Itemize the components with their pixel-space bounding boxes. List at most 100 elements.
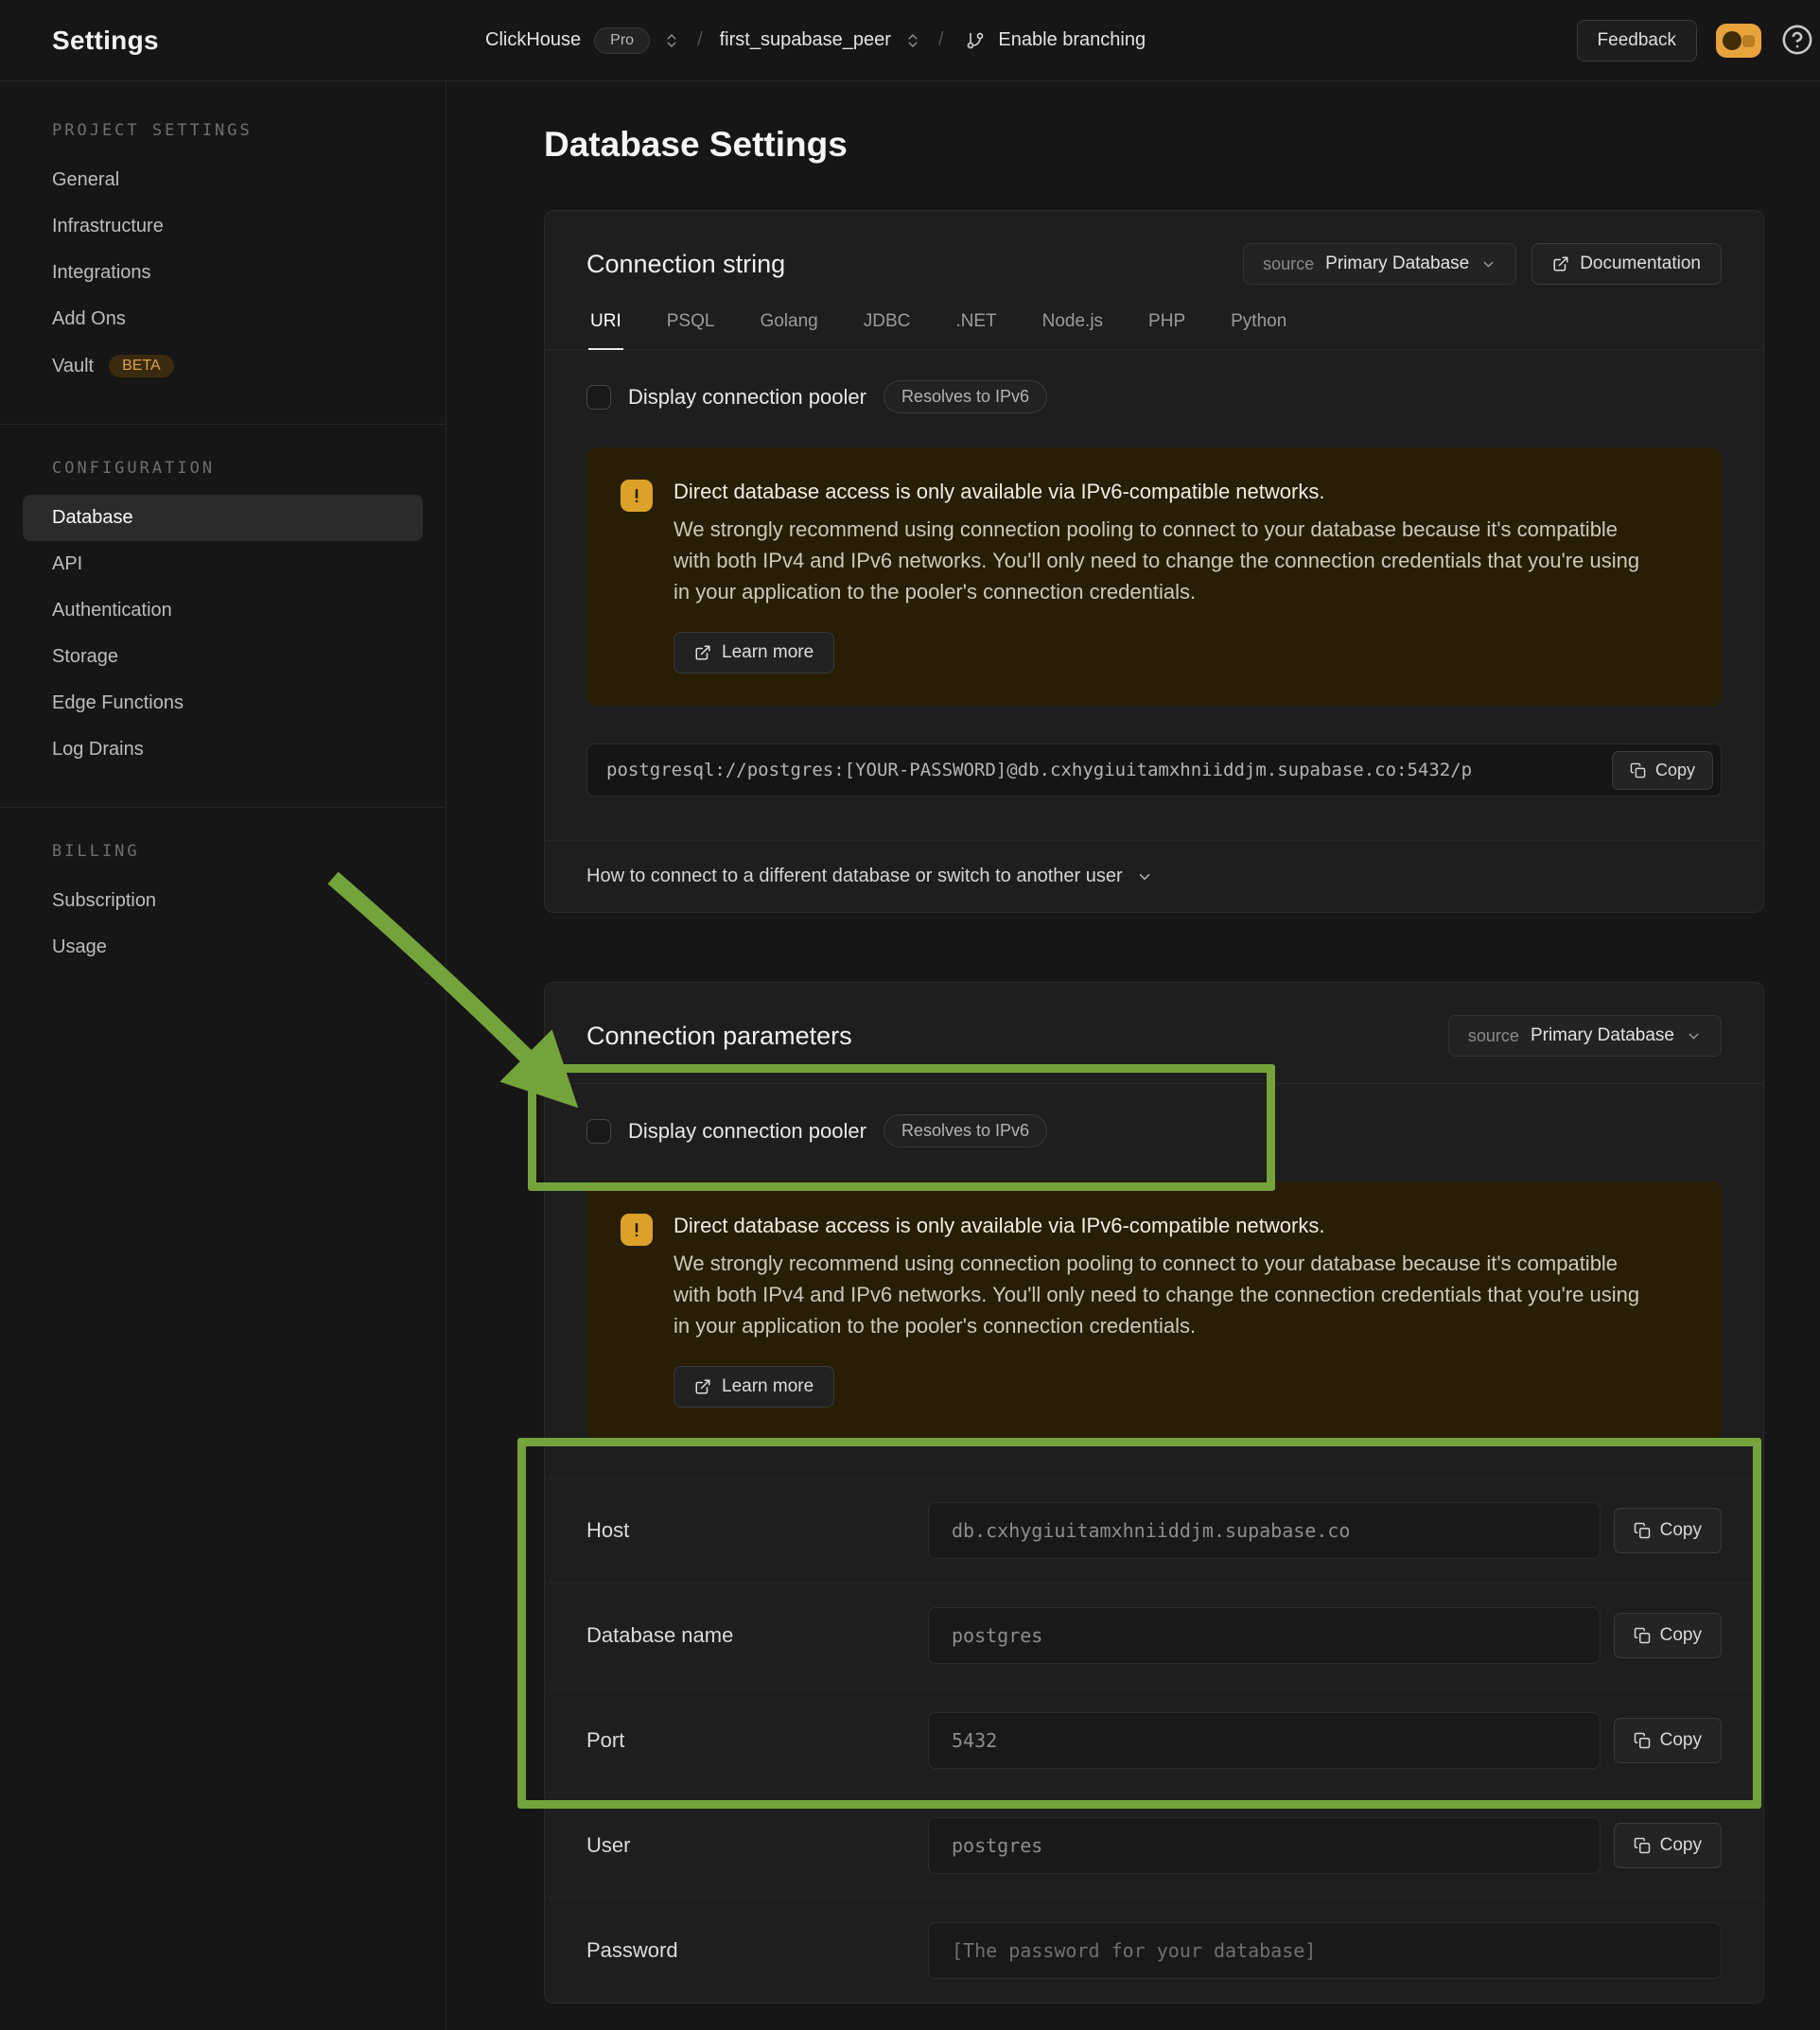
field-row-port: Port 5432 Copy xyxy=(545,1688,1763,1793)
alert-body: We strongly recommend using connection p… xyxy=(674,514,1657,607)
sidebar-item-integrations[interactable]: Integrations xyxy=(0,250,446,296)
copy-button[interactable]: Copy xyxy=(1614,1718,1722,1763)
ipv6-alert: Direct database access is only available… xyxy=(586,1181,1722,1440)
git-branch-icon xyxy=(966,31,985,50)
sidebar-item-infrastructure[interactable]: Infrastructure xyxy=(0,203,446,250)
field-label: User xyxy=(586,1833,928,1858)
learn-more-button[interactable]: Learn more xyxy=(674,632,834,674)
sidebar-item-api[interactable]: API xyxy=(0,541,446,587)
copy-icon xyxy=(1634,1837,1651,1854)
chevron-down-icon xyxy=(1686,1028,1702,1044)
chevron-up-down-icon[interactable] xyxy=(663,32,680,49)
copy-button[interactable]: Copy xyxy=(1612,751,1713,790)
alert-title: Direct database access is only available… xyxy=(674,1214,1657,1238)
feedback-button-label: Feedback xyxy=(1598,30,1676,51)
tab-jdbc[interactable]: JDBC xyxy=(862,311,913,350)
main-content: Database Settings Connection string sour… xyxy=(446,81,1820,2030)
chevron-down-icon xyxy=(1480,256,1496,272)
feedback-button[interactable]: Feedback xyxy=(1577,20,1697,61)
connection-uri-value: postgresql://postgres:[YOUR-PASSWORD]@db… xyxy=(606,760,1601,780)
breadcrumb: ClickHouse Pro / first_supabase_peer / E… xyxy=(485,27,1146,54)
source-select-label: source xyxy=(1468,1026,1519,1046)
connect-help-toggle[interactable]: How to connect to a different database o… xyxy=(545,840,1763,912)
tab-php[interactable]: PHP xyxy=(1146,311,1187,350)
breadcrumb-project[interactable]: first_supabase_peer xyxy=(720,29,891,51)
external-link-icon xyxy=(694,644,711,661)
copy-button[interactable]: Copy xyxy=(1614,1613,1722,1658)
alert-title: Direct database access is only available… xyxy=(674,480,1657,504)
tab-golang[interactable]: Golang xyxy=(758,311,819,350)
documentation-button[interactable]: Documentation xyxy=(1531,243,1722,285)
learn-more-label: Learn more xyxy=(722,642,814,663)
settings-sidebar: PROJECT SETTINGS General Infrastructure … xyxy=(0,81,446,2030)
sidebar-item-vault[interactable]: Vault BETA xyxy=(0,342,446,390)
database-name-value[interactable]: postgres xyxy=(928,1607,1601,1664)
source-select[interactable]: source Primary Database xyxy=(1448,1015,1722,1057)
sidebar-item-label: Storage xyxy=(52,646,118,668)
avatar-glyph xyxy=(1723,31,1741,50)
sidebar-item-authentication[interactable]: Authentication xyxy=(0,587,446,634)
topbar: Settings ClickHouse Pro / first_supabase… xyxy=(0,0,1820,81)
field-label: Host xyxy=(586,1518,928,1543)
warning-icon xyxy=(621,1214,653,1246)
enable-branching-button[interactable]: Enable branching xyxy=(998,29,1146,51)
tab-python[interactable]: Python xyxy=(1229,311,1288,350)
connection-parameters-card: Connection parameters source Primary Dat… xyxy=(544,982,1764,2004)
sidebar-item-edge-functions[interactable]: Edge Functions xyxy=(0,680,446,726)
sidebar-item-usage[interactable]: Usage xyxy=(0,924,446,971)
host-value[interactable]: db.cxhygiuitamxhniiddjm.supabase.co xyxy=(928,1502,1601,1559)
sidebar-item-label: Authentication xyxy=(52,600,172,621)
port-value[interactable]: 5432 xyxy=(928,1712,1601,1769)
tab-dotnet[interactable]: .NET xyxy=(954,311,998,350)
sidebar-section-configuration: CONFIGURATION xyxy=(0,459,446,478)
pooler-checkbox[interactable] xyxy=(586,1119,611,1144)
user-value[interactable]: postgres xyxy=(928,1817,1601,1874)
connection-parameters-title: Connection parameters xyxy=(586,1022,852,1051)
sidebar-item-label: Vault xyxy=(52,356,94,377)
settings-title: Settings xyxy=(52,26,446,56)
field-label: Port xyxy=(586,1728,928,1753)
ipv6-badge: Resolves to IPv6 xyxy=(884,1114,1047,1147)
copy-icon xyxy=(1630,762,1646,779)
source-select[interactable]: source Primary Database xyxy=(1243,243,1516,285)
plan-badge: Pro xyxy=(594,27,650,54)
sidebar-divider xyxy=(0,807,446,808)
ipv6-badge: Resolves to IPv6 xyxy=(884,380,1047,413)
learn-more-button[interactable]: Learn more xyxy=(674,1366,834,1408)
sidebar-item-database[interactable]: Database xyxy=(23,495,423,541)
field-row-password: Password [The password for your database… xyxy=(545,1898,1763,2003)
copy-button[interactable]: Copy xyxy=(1614,1508,1722,1553)
pooler-label: Display connection pooler xyxy=(628,385,866,410)
password-value[interactable]: [The password for your database] xyxy=(928,1922,1722,1979)
tab-psql[interactable]: PSQL xyxy=(665,311,717,350)
copy-button-label: Copy xyxy=(1660,1730,1702,1751)
sidebar-item-general[interactable]: General xyxy=(0,157,446,203)
beta-badge: BETA xyxy=(109,355,174,377)
copy-button-label: Copy xyxy=(1660,1625,1702,1646)
sidebar-item-label: API xyxy=(52,553,82,575)
copy-icon xyxy=(1634,1522,1651,1539)
sidebar-item-subscription[interactable]: Subscription xyxy=(0,878,446,924)
user-avatar[interactable] xyxy=(1716,24,1761,58)
connection-string-card: Connection string source Primary Databas… xyxy=(544,210,1764,913)
copy-button-label: Copy xyxy=(1660,1520,1702,1541)
tab-nodejs[interactable]: Node.js xyxy=(1041,311,1105,350)
chevron-up-down-icon[interactable] xyxy=(904,32,921,49)
chevron-down-icon xyxy=(1136,868,1153,885)
copy-button[interactable]: Copy xyxy=(1614,1823,1722,1868)
copy-icon xyxy=(1634,1627,1651,1644)
ipv6-alert: Direct database access is only available… xyxy=(586,447,1722,706)
app-root: Settings ClickHouse Pro / first_supabase… xyxy=(0,0,1820,2030)
help-icon[interactable] xyxy=(1780,24,1814,58)
breadcrumb-org[interactable]: ClickHouse xyxy=(485,29,581,51)
sidebar-item-storage[interactable]: Storage xyxy=(0,634,446,680)
pooler-checkbox[interactable] xyxy=(586,385,611,410)
sidebar-item-log-drains[interactable]: Log Drains xyxy=(0,726,446,773)
tab-uri[interactable]: URI xyxy=(588,311,623,350)
sidebar-item-add-ons[interactable]: Add Ons xyxy=(0,296,446,342)
connection-uri-field[interactable]: postgresql://postgres:[YOUR-PASSWORD]@db… xyxy=(586,744,1722,796)
copy-icon xyxy=(1634,1732,1651,1749)
sidebar-item-label: Log Drains xyxy=(52,739,144,761)
sidebar-item-label: General xyxy=(52,169,119,191)
connection-string-title: Connection string xyxy=(586,250,785,279)
